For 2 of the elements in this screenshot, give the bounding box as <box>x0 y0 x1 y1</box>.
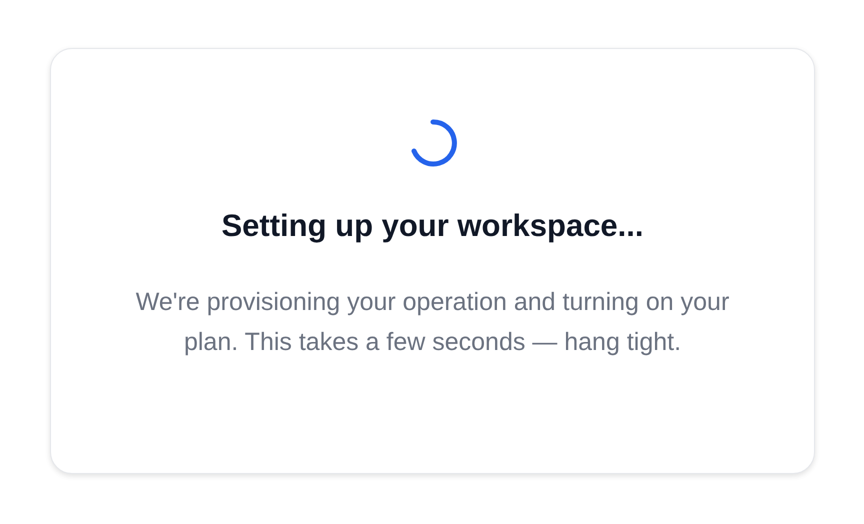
card-message: We're provisioning your operation and turning on your plan. This takes a few seconds — hang tight. <box>134 286 730 358</box>
card-title: Setting up your workspace... <box>221 207 644 245</box>
